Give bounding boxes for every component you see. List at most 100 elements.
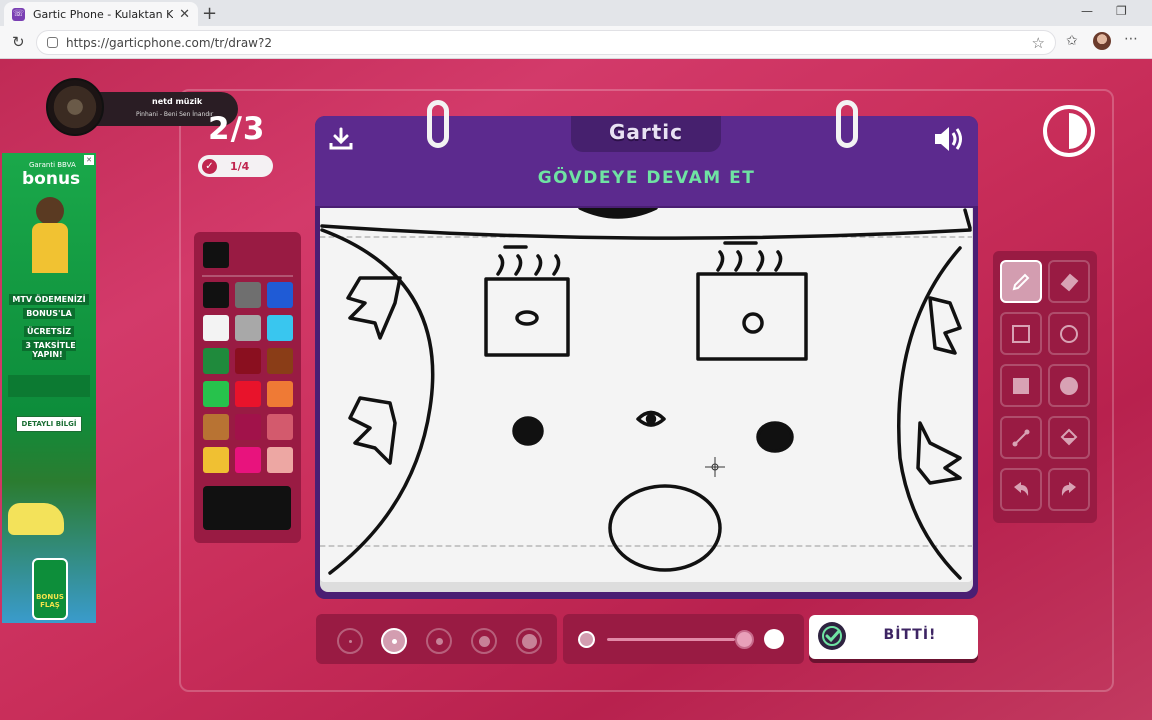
players-done-badge: ✓ 1/4 (198, 155, 273, 177)
color-swatch[interactable] (267, 315, 293, 341)
opacity-slider-fill (607, 638, 735, 641)
brush-size-2[interactable] (381, 628, 407, 654)
ad-bonus-logo: bonus (22, 169, 81, 189)
browser-tab-bar: ☏ Gartic Phone - Kulaktan Kulağa ✕ + — ❐ (0, 0, 1152, 26)
tab-close-icon[interactable]: ✕ (179, 7, 190, 22)
done-check-icon (818, 622, 846, 650)
ad-headline-1: MTV ÖDEMENİZİ (6, 294, 92, 305)
line-icon (1012, 429, 1030, 446)
brush-size-5[interactable] (516, 628, 542, 654)
address-bar[interactable]: https://garticphone.com/tr/draw?2 ☆ (36, 30, 1056, 55)
color-swatch[interactable] (267, 447, 293, 473)
drawing-board: Gartic GÖVDEYE DEVAM ET (315, 100, 978, 599)
color-swatch[interactable] (235, 348, 261, 374)
bucket-icon (1060, 428, 1078, 445)
url-text: https://garticphone.com/tr/draw?2 (66, 35, 272, 50)
color-swatch[interactable] (235, 447, 261, 473)
gartic-logo: Gartic (608, 120, 684, 144)
circle-outline-icon (1060, 324, 1078, 343)
color-swatch[interactable] (267, 414, 293, 440)
ad-person-image (30, 197, 70, 292)
brush-size-4[interactable] (471, 628, 497, 654)
reload-icon[interactable]: ↻ (12, 33, 25, 51)
sound-icon[interactable] (932, 124, 966, 154)
palette-divider (202, 275, 293, 277)
done-button[interactable]: BİTTİ! (809, 615, 978, 659)
brush-size-1[interactable] (337, 628, 363, 654)
binder-ring (836, 100, 858, 148)
eraser-tool[interactable] (1048, 260, 1090, 303)
tool-panel (993, 251, 1097, 523)
fill-bucket-tool[interactable] (1048, 416, 1090, 459)
ad-close-icon[interactable]: ✕ (84, 155, 94, 165)
color-swatch[interactable] (203, 315, 229, 341)
redo-icon (1061, 481, 1076, 496)
color-swatch[interactable] (235, 315, 261, 341)
address-toolbar: ↻ https://garticphone.com/tr/draw?2 ☆ ✩ … (0, 26, 1152, 59)
binder-ring (427, 100, 449, 148)
undo-tool[interactable] (1000, 468, 1042, 511)
pencil-icon (1012, 273, 1030, 290)
drawing-strokes (320, 208, 972, 580)
opacity-panel (563, 614, 804, 664)
browser-tab[interactable]: ☏ Gartic Phone - Kulaktan Kulağa ✕ (4, 2, 198, 26)
pencil-tool[interactable] (1000, 260, 1042, 303)
opacity-min-icon (578, 631, 595, 648)
rectangle-outline-tool[interactable] (1000, 312, 1042, 355)
ellipse-outline-tool[interactable] (1048, 312, 1090, 355)
more-menu-icon[interactable]: ⋯ (1124, 31, 1138, 47)
current-color-preview (203, 486, 291, 530)
square-filled-icon (1013, 377, 1029, 394)
selected-color-swatch[interactable] (203, 242, 229, 268)
redo-tool[interactable] (1048, 468, 1090, 511)
line-tool[interactable] (1000, 416, 1042, 459)
ad-headline-4: 3 TAKSİTLE YAPIN! (6, 340, 92, 360)
restore-button[interactable]: ❐ (1116, 4, 1127, 18)
color-swatch[interactable] (235, 282, 261, 308)
undo-icon (1014, 481, 1029, 496)
timer-icon (1043, 105, 1095, 157)
ad-headline-3: ÜCRETSİZ (6, 326, 92, 337)
favorite-star-icon[interactable]: ☆ (1032, 34, 1045, 52)
color-swatch[interactable] (267, 381, 293, 407)
color-swatch[interactable] (267, 348, 293, 374)
color-swatch[interactable] (235, 414, 261, 440)
minimize-button[interactable]: — (1081, 4, 1093, 18)
gartic-favicon-icon: ☏ (12, 7, 25, 21)
brush-size-panel (316, 614, 557, 664)
favorites-icon[interactable]: ✩ (1066, 33, 1078, 49)
color-swatch[interactable] (235, 381, 261, 407)
circle-filled-icon (1060, 376, 1078, 395)
tab-title: Gartic Phone - Kulaktan Kulağa (33, 7, 173, 21)
advertisement-banner[interactable]: ✕ Garanti BBVA bonus MTV ÖDEMENİZİ BONUS… (2, 153, 96, 623)
brush-size-3[interactable] (426, 628, 452, 654)
square-outline-icon (1012, 324, 1030, 343)
ellipse-filled-tool[interactable] (1048, 364, 1090, 407)
download-icon[interactable] (328, 126, 354, 152)
opacity-slider-handle[interactable] (735, 630, 754, 649)
ad-headline-2: BONUS'LA (6, 308, 92, 319)
lock-icon (47, 37, 58, 48)
color-swatch[interactable] (203, 381, 229, 407)
eraser-icon (1060, 273, 1079, 291)
players-done-value: 1/4 (230, 159, 250, 173)
color-swatch[interactable] (267, 282, 293, 308)
color-swatch[interactable] (203, 414, 229, 440)
new-tab-button[interactable]: + (202, 3, 217, 24)
color-swatch[interactable] (203, 282, 229, 308)
profile-avatar[interactable] (1093, 32, 1111, 50)
ad-fine-print (8, 375, 90, 397)
color-swatch[interactable] (203, 447, 229, 473)
album-disc-icon (46, 78, 104, 136)
ad-brand: Garanti BBVA (29, 161, 76, 169)
music-subtitle: Pinhani - Beni Sen İnandır (136, 111, 214, 118)
ad-flas-text: BONUS FLAŞ (36, 593, 64, 609)
color-swatch[interactable] (203, 348, 229, 374)
done-label: BİTTİ! (883, 627, 937, 643)
drawing-canvas[interactable] (320, 208, 972, 582)
round-counter: 2/3 (208, 111, 266, 147)
rectangle-filled-tool[interactable] (1000, 364, 1042, 407)
ad-details-button[interactable]: DETAYLI BİLGİ (16, 416, 82, 432)
ad-car-image (8, 503, 64, 535)
check-icon: ✓ (202, 158, 217, 174)
